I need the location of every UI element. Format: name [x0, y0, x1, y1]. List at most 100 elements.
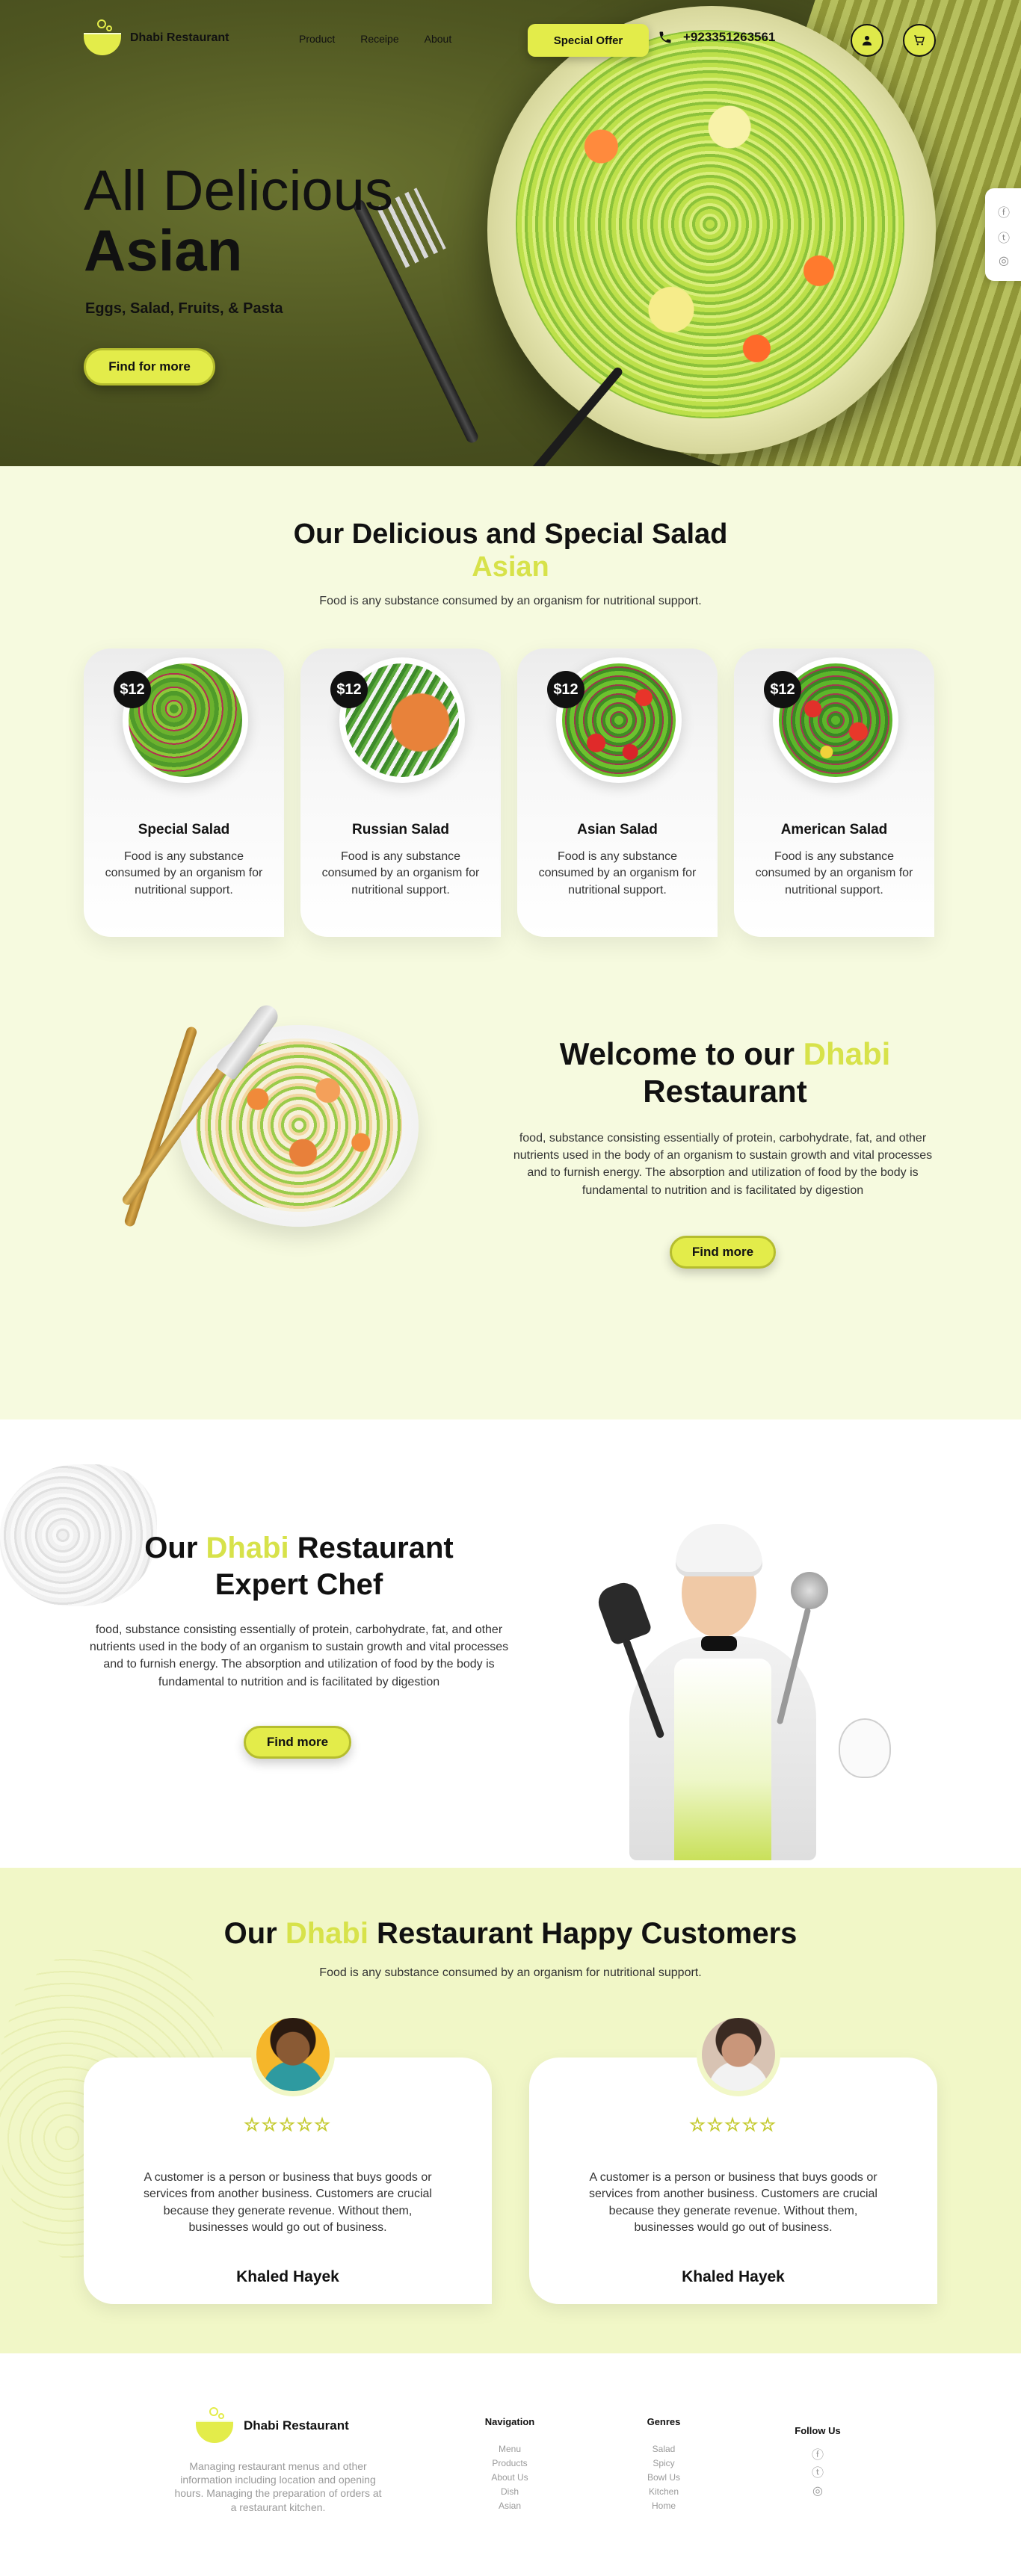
- special-offer-button[interactable]: Special Offer: [528, 24, 649, 57]
- instagram-icon[interactable]: ◎: [773, 2483, 863, 2501]
- expert-chef-section: Our Dhabi Restaurant Expert Chef food, s…: [0, 1419, 1021, 1868]
- card-description: Food is any substance consumed by an org…: [755, 850, 913, 897]
- footer-nav-item[interactable]: Dish: [465, 2485, 555, 2499]
- card-description: Food is any substance consumed by an org…: [105, 850, 263, 897]
- price-badge: $12: [330, 671, 368, 708]
- footer-nav-item[interactable]: Asian: [465, 2499, 555, 2513]
- footer-genre-item[interactable]: Kitchen: [619, 2485, 709, 2499]
- welcome-description: food, substance consisting essentially o…: [513, 1132, 933, 1197]
- customers-title-post: Restaurant Happy Customers: [368, 1917, 798, 1950]
- avatar-ring: [251, 2013, 335, 2096]
- footer-nav-heading: Navigation: [484, 2416, 535, 2427]
- footer-nav-item[interactable]: Products: [465, 2456, 555, 2471]
- card-title: Asian Salad: [577, 822, 658, 837]
- chef-hat: [676, 1524, 762, 1576]
- welcome-title-accent: Dhabi: [803, 1036, 891, 1071]
- bowl-logo-icon: [196, 2407, 233, 2445]
- reviewer-name: Khaled Hayek: [236, 2268, 339, 2285]
- footer-genre-item[interactable]: Home: [619, 2499, 709, 2513]
- special-title: Our Delicious and Special Salad: [293, 518, 728, 550]
- chef-title: Our Dhabi Restaurant Expert Chef: [75, 1530, 523, 1603]
- logo[interactable]: Dhabi Restaurant: [84, 19, 229, 57]
- footer-genres: Genres Salad Spicy Bowl Us Kitchen Home: [619, 2416, 709, 2513]
- hero-salad-image: [516, 30, 904, 418]
- customers-title-accent: Dhabi: [285, 1917, 368, 1950]
- avatar: [256, 2018, 330, 2091]
- bowl-logo-icon: [84, 19, 121, 57]
- welcome-title: Welcome to our Dhabi Restaurant: [493, 1035, 957, 1111]
- user-button[interactable]: [851, 24, 883, 57]
- footer-genres-heading: Genres: [647, 2416, 681, 2427]
- salad-cards: $12 Special Salad Food is any substance …: [84, 648, 934, 937]
- footer-nav-item[interactable]: Menu: [465, 2442, 555, 2456]
- welcome-title-pre: Welcome to our: [559, 1036, 803, 1071]
- special-salad-section: Our Delicious and Special Salad Asian Fo…: [0, 466, 1021, 1419]
- facebook-icon[interactable]: ⓕ: [998, 202, 1010, 220]
- spatula-image: [593, 1578, 653, 1647]
- special-title-accent: Asian: [472, 551, 549, 583]
- user-icon: [863, 36, 872, 46]
- customers-description: Food is any substance consumed by an org…: [319, 1966, 702, 1979]
- card-title: Russian Salad: [352, 822, 449, 837]
- card-title: American Salad: [780, 822, 888, 837]
- footer-logo[interactable]: Dhabi Restaurant: [196, 2407, 349, 2445]
- review-card: ☆☆☆☆☆ A customer is a person or business…: [529, 2013, 937, 2304]
- happy-customers-section: Our Dhabi Restaurant Happy Customers Foo…: [0, 1868, 1021, 2353]
- price-badge: $12: [114, 671, 151, 708]
- salad-card[interactable]: $12 Asian Salad Food is any substance co…: [517, 648, 718, 937]
- hero-title-line-1: All Delicious: [84, 159, 393, 223]
- chef-title-post: Restaurant: [289, 1532, 454, 1564]
- review-card: ☆☆☆☆☆ A customer is a person or business…: [84, 2013, 492, 2304]
- chef-title-pre: Our: [144, 1532, 206, 1564]
- footer-follow-heading: Follow Us: [795, 2425, 841, 2436]
- top-nav: Dhabi Restaurant Product Receipe About S…: [0, 0, 1021, 82]
- twitter-icon[interactable]: ⓣ: [998, 228, 1010, 246]
- social-rail: ⓕ ⓣ ◎: [985, 188, 1021, 281]
- salad-card[interactable]: $12 American Salad Food is any substance…: [734, 648, 934, 937]
- footer-genre-item[interactable]: Bowl Us: [619, 2471, 709, 2485]
- hero-subtitle: Eggs, Salad, Fruits, & Pasta: [85, 300, 283, 317]
- footer-genre-item[interactable]: Salad: [619, 2442, 709, 2456]
- price-badge: $12: [764, 671, 801, 708]
- brand-name: Dhabi Restaurant: [130, 31, 229, 44]
- facebook-icon[interactable]: ⓕ: [773, 2447, 863, 2465]
- salad-card[interactable]: $12 Russian Salad Food is any substance …: [300, 648, 501, 937]
- bow-tie: [701, 1636, 737, 1651]
- salad-card[interactable]: $12 Special Salad Food is any substance …: [84, 648, 284, 937]
- card-description: Food is any substance consumed by an org…: [538, 850, 697, 897]
- customers-title-pre: Our: [223, 1917, 286, 1950]
- footer-nav-item[interactable]: About Us: [465, 2471, 555, 2485]
- welcome-find-more-button[interactable]: Find more: [670, 1236, 776, 1269]
- find-for-more-button[interactable]: Find for more: [84, 348, 215, 386]
- welcome-title-post: Restaurant: [643, 1074, 807, 1109]
- nav-link-about[interactable]: About: [425, 33, 452, 45]
- nav-link-product[interactable]: Product: [299, 33, 335, 45]
- instagram-icon[interactable]: ◎: [999, 253, 1009, 267]
- chef-apron: [674, 1659, 771, 1860]
- chef-find-more-button[interactable]: Find more: [244, 1726, 351, 1759]
- chef-title-accent: Dhabi: [206, 1532, 289, 1564]
- chef-title-line-2: Expert Chef: [215, 1567, 383, 1601]
- footer-genre-item[interactable]: Spicy: [619, 2456, 709, 2471]
- card-description: Food is any substance consumed by an org…: [321, 850, 480, 897]
- nav-link-receipe[interactable]: Receipe: [360, 33, 398, 45]
- ladle-image: [791, 1572, 828, 1609]
- footer-navigation: Navigation Menu Products About Us Dish A…: [465, 2416, 555, 2513]
- card-title: Special Salad: [138, 822, 230, 837]
- review-text: A customer is a person or business that …: [144, 2171, 432, 2235]
- phone-contact[interactable]: +923351263561: [658, 30, 775, 45]
- special-description: Food is any substance consumed by an org…: [319, 595, 702, 607]
- twitter-icon[interactable]: ⓣ: [773, 2465, 863, 2483]
- cart-button[interactable]: [903, 24, 936, 57]
- star-rating: ☆☆☆☆☆: [244, 2114, 332, 2136]
- garlic-sketch-image: [839, 1718, 891, 1778]
- phone-number: +923351263561: [683, 30, 776, 44]
- avatar-ring: [697, 2013, 780, 2096]
- customers-title: Our Dhabi Restaurant Happy Customers: [0, 1917, 1021, 1951]
- chef-description: food, substance consisting essentially o…: [89, 1623, 509, 1688]
- nav-links: Product Receipe About: [299, 33, 451, 45]
- footer: Dhabi Restaurant Managing restaurant men…: [0, 2353, 1021, 2576]
- footer-follow: Follow Us ⓕ ⓣ ◎: [773, 2425, 863, 2501]
- hero-section: Dhabi Restaurant Product Receipe About S…: [0, 0, 1021, 466]
- footer-brand-name: Dhabi Restaurant: [244, 2418, 349, 2433]
